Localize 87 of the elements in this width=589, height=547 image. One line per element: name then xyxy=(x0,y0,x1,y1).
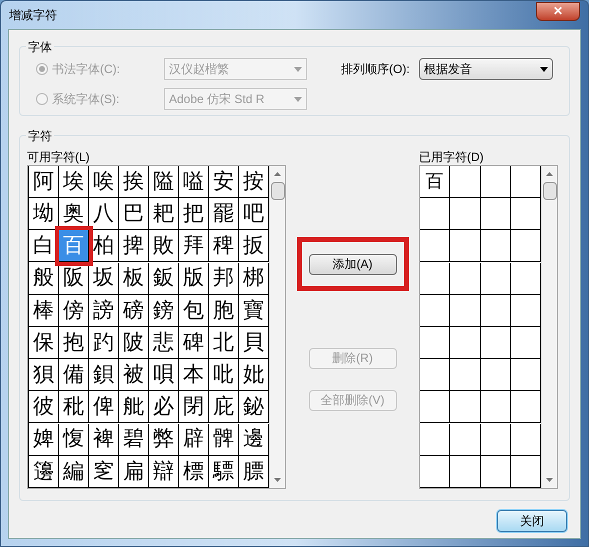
character-cell[interactable]: 柏 xyxy=(89,230,119,262)
character-cell[interactable]: 碑 xyxy=(179,326,209,359)
character-cell[interactable]: 鎊 xyxy=(149,294,179,327)
character-cell[interactable]: 巴 xyxy=(119,198,149,230)
character-cell[interactable]: 嗌 xyxy=(179,166,209,198)
scrollbar[interactable] xyxy=(269,166,285,488)
character-cell[interactable]: 隘 xyxy=(149,166,179,198)
dropdown-arrow-icon xyxy=(294,66,302,72)
available-characters-label: 可用字符(L) xyxy=(27,149,91,164)
character-cell[interactable]: 阿 xyxy=(29,166,59,198)
character-cell[interactable]: 敗 xyxy=(149,230,179,262)
character-cell[interactable]: 保 xyxy=(29,326,59,359)
character-cell[interactable]: 百 xyxy=(420,166,450,198)
character-cell[interactable]: 安 xyxy=(209,166,239,198)
character-cell[interactable]: 傍 xyxy=(59,294,89,327)
character-cell[interactable]: 把 xyxy=(179,198,209,230)
character-cell[interactable]: 婢 xyxy=(29,424,59,456)
character-cell[interactable]: 稗 xyxy=(209,230,239,262)
character-cell[interactable]: 標 xyxy=(179,456,209,488)
character-cell[interactable]: 耙 xyxy=(149,198,179,230)
character-cell[interactable]: 編 xyxy=(59,456,89,488)
character-cell[interactable]: 鈑 xyxy=(149,262,179,295)
character-cell[interactable]: 包 xyxy=(179,294,209,327)
character-cell[interactable]: 閉 xyxy=(179,391,209,424)
window-title: 增减字符 xyxy=(9,7,57,24)
character-cell[interactable]: 挨 xyxy=(119,166,149,198)
scrollbar[interactable] xyxy=(541,166,557,488)
character-cell[interactable]: 謗 xyxy=(89,294,119,327)
used-characters-label: 已用字符(D) xyxy=(419,149,485,164)
sort-order-label: 排列顺序(O): xyxy=(341,61,411,78)
character-cell[interactable]: 阪 xyxy=(59,262,89,295)
character-cell[interactable]: 鋇 xyxy=(89,359,119,392)
character-cell[interactable]: 驃 xyxy=(209,456,239,488)
character-cell[interactable]: 備 xyxy=(59,359,89,392)
radio-label: 系统字体(S): xyxy=(52,91,120,108)
character-cell[interactable]: 窆 xyxy=(89,456,119,488)
character-cell[interactable]: 弊 xyxy=(149,424,179,456)
scroll-up-icon[interactable] xyxy=(274,172,281,176)
character-cell[interactable]: 辯 xyxy=(149,456,179,488)
character-cell[interactable]: 北 xyxy=(209,326,239,359)
group-title: 字符 xyxy=(26,127,54,145)
dropdown-arrow-icon xyxy=(294,96,302,102)
character-cell[interactable]: 趵 xyxy=(89,326,119,359)
scroll-down-icon[interactable] xyxy=(546,478,554,482)
character-cell[interactable]: 裨 xyxy=(89,424,119,456)
scroll-thumb[interactable] xyxy=(542,182,557,200)
character-cell[interactable]: 必 xyxy=(149,391,179,424)
dropdown-arrow-icon xyxy=(540,66,548,72)
close-button[interactable]: 关闭 xyxy=(497,510,567,532)
character-cell[interactable]: 罷 xyxy=(209,198,239,230)
character-cell[interactable]: 扁 xyxy=(119,456,149,488)
character-cell[interactable]: 本 xyxy=(179,359,209,392)
scroll-down-icon[interactable] xyxy=(274,478,281,482)
character-cell[interactable]: 棒 xyxy=(29,294,59,327)
character-cell[interactable]: 狽 xyxy=(29,359,59,392)
action-button[interactable]: 添加(A) xyxy=(308,254,396,274)
group-title: 字体 xyxy=(26,38,54,56)
character-cell[interactable]: 悲 xyxy=(149,326,179,359)
character-cell[interactable]: 被 xyxy=(119,359,149,392)
character-cell[interactable]: 俾 xyxy=(89,391,119,424)
character-cell[interactable]: 碧 xyxy=(119,424,149,456)
character-cell[interactable]: 愎 xyxy=(59,424,89,456)
character-cell[interactable]: 捭 xyxy=(119,230,149,262)
character-cell[interactable]: 磅 xyxy=(119,294,149,327)
character-cell[interactable]: 舭 xyxy=(119,391,149,424)
scroll-thumb[interactable] xyxy=(270,182,284,200)
character-cell[interactable]: 拜 xyxy=(179,230,209,262)
character-cell[interactable]: 彼 xyxy=(29,391,59,424)
character-cell[interactable]: 唄 xyxy=(149,359,179,392)
character-cell[interactable]: 埃 xyxy=(59,166,89,198)
character-cell[interactable]: 吡 xyxy=(209,359,239,392)
character-cell[interactable]: 坂 xyxy=(89,262,119,295)
character-cell[interactable]: 邦 xyxy=(209,262,239,295)
character-cell[interactable]: 辟 xyxy=(179,424,209,456)
character-cell[interactable]: 胞 xyxy=(209,294,239,327)
character-cell[interactable]: 般 xyxy=(29,262,59,295)
character-cell[interactable]: 秕 xyxy=(59,391,89,424)
character-cell[interactable]: 陂 xyxy=(119,326,149,359)
character-cell[interactable]: 籩 xyxy=(29,456,59,488)
character-cell[interactable]: 髀 xyxy=(209,424,239,456)
character-cell[interactable]: 板 xyxy=(119,262,149,295)
character-cell[interactable]: 庇 xyxy=(209,391,239,424)
character-cell[interactable]: 唉 xyxy=(89,166,119,198)
character-cell[interactable]: 抱 xyxy=(59,326,89,359)
radio-label: 书法字体(C): xyxy=(52,61,121,78)
scroll-up-icon[interactable] xyxy=(546,172,554,176)
character-cell[interactable]: 版 xyxy=(179,262,209,295)
